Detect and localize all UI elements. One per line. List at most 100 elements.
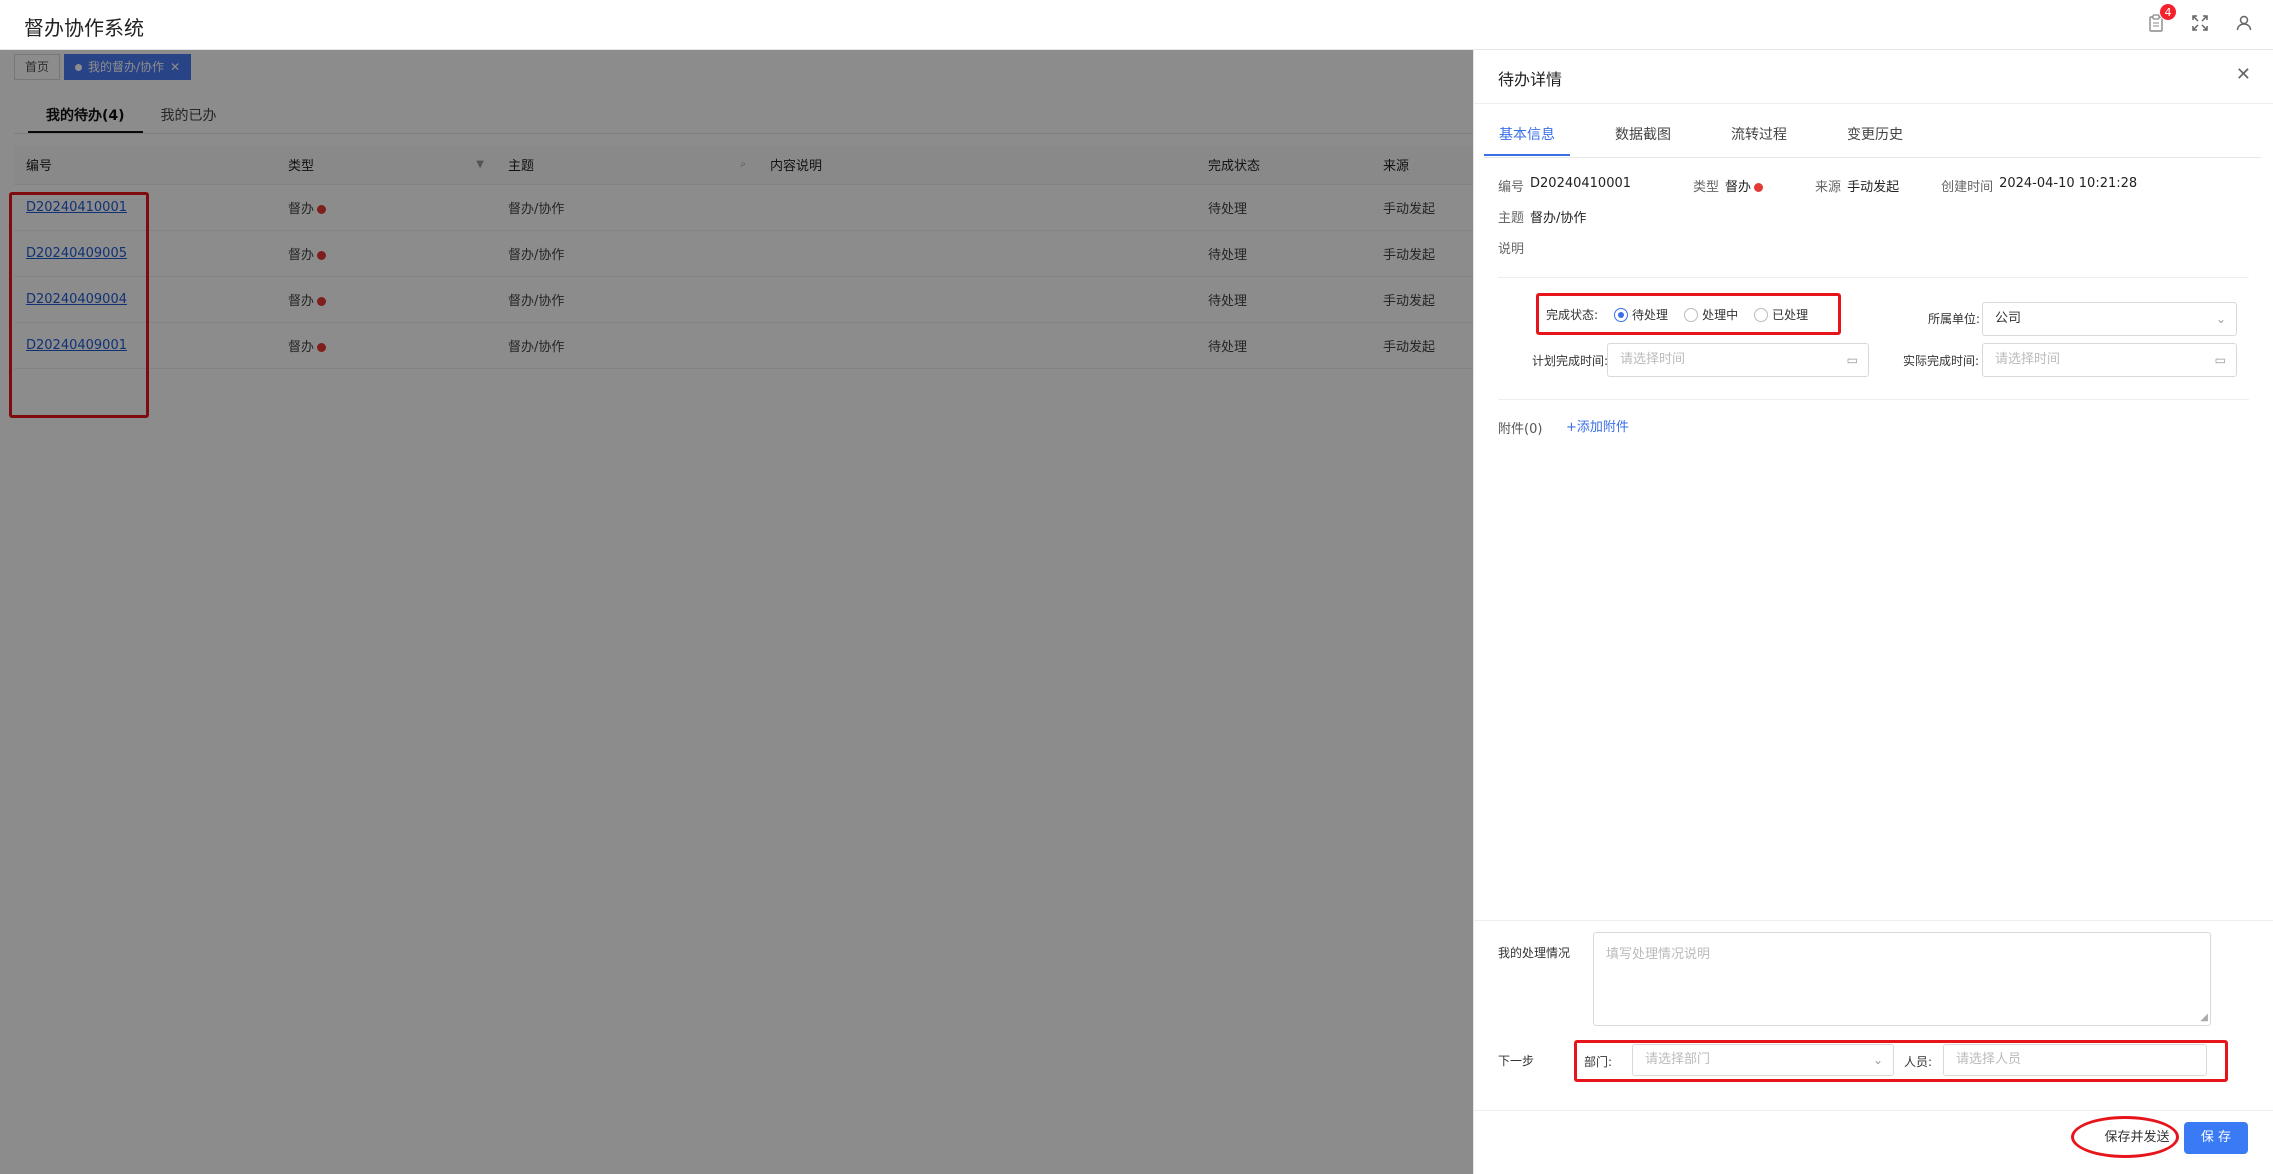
top-icons: 4	[2145, 3, 2255, 34]
resize-handle-icon[interactable]: ◢	[2200, 1012, 2208, 1023]
divider	[1498, 277, 2249, 278]
status-dot-icon	[1754, 183, 1764, 192]
id-value: D20240410001	[1530, 176, 1632, 191]
created-label: 创建时间	[1941, 180, 1994, 195]
subject-cell: 督办/协作	[496, 276, 758, 323]
calendar-icon: ▭	[2214, 353, 2226, 367]
column-header-desc: 内容说明	[758, 146, 1196, 185]
subject-cell: 督办/协作	[496, 184, 758, 231]
source-cell: 手动发起	[1371, 276, 1473, 323]
desc-cell	[758, 230, 1196, 277]
status-cell: 待处理	[1196, 276, 1371, 323]
table-row[interactable]: D20240409005 督办 督办/协作 待处理 手动发起	[14, 230, 1473, 277]
table-row[interactable]: D20240409001 督办 督办/协作 待处理 手动发起	[14, 322, 1473, 369]
subject-cell: 督办/协作	[496, 230, 758, 277]
column-header-label: 主题	[508, 159, 535, 175]
handling-label: 我的处理情况	[1498, 946, 1571, 960]
divider	[1474, 920, 2273, 921]
user-icon[interactable]	[2233, 12, 2255, 34]
drawer-tabs: 基本信息 数据截图 流转过程 变更历史	[1484, 120, 1948, 156]
tags-bar: 首页 我的督办/协作 ✕	[14, 54, 192, 80]
placeholder-text: 请选择时间	[1995, 352, 2061, 367]
handling-textarea[interactable]: 填写处理情况说明 ◢	[1593, 932, 2211, 1026]
drawer-title: 待办详情	[1498, 70, 1563, 89]
close-icon[interactable]: ✕	[170, 55, 180, 79]
tab-change-history[interactable]: 变更历史	[1832, 120, 1918, 156]
plan-time-label: 计划完成时间:	[1531, 354, 1608, 368]
info-row-subject: 主题 督办/协作	[1498, 207, 1586, 226]
tab-basic-info[interactable]: 基本信息	[1484, 120, 1570, 156]
tab-my-todo[interactable]: 我的待办(4)	[28, 104, 143, 134]
person-input[interactable]: 请选择人员	[1943, 1044, 2207, 1076]
filter-icon[interactable]: ▼	[476, 159, 484, 170]
table-row[interactable]: D20240409004 督办 督办/协作 待处理 手动发起	[14, 276, 1473, 323]
dept-select[interactable]: 请选择部门 ⌄	[1632, 1044, 1894, 1076]
notification-badge: 4	[2159, 3, 2177, 21]
status-cell: 待处理	[1196, 184, 1371, 231]
fullscreen-icon[interactable]	[2189, 12, 2211, 34]
placeholder-text: 请选择人员	[1956, 1052, 2022, 1067]
source-value: 手动发起	[1847, 180, 1900, 195]
active-dot-icon	[75, 63, 83, 71]
divider	[14, 133, 1473, 134]
column-header-subject: 主题 ⌕	[496, 146, 758, 185]
divider	[1484, 157, 2261, 158]
source-cell: 手动发起	[1371, 230, 1473, 277]
desc-cell	[758, 184, 1196, 231]
created-value: 2024-04-10 10:21:28	[1999, 176, 2138, 191]
type-text: 督办	[288, 293, 315, 309]
detail-drawer: 待办详情 ✕ 基本信息 数据截图 流转过程 变更历史 编号 D202404100…	[1473, 50, 2273, 1174]
type-value: 督办	[1725, 176, 1764, 195]
info-row-meta: 编号 D20240410001 类型 督办 来源 手动发起 创建时间 2024-…	[1498, 176, 2137, 195]
unit-label: 所属单位:	[1927, 312, 1980, 326]
tab-data-screenshot[interactable]: 数据截图	[1600, 120, 1686, 156]
save-button[interactable]: 保 存	[2184, 1122, 2248, 1154]
table-header: 编号 类型 ▼ 主题 ⌕ 内容说明 完成状态 来源	[14, 146, 1473, 185]
source-cell: 手动发起	[1371, 322, 1473, 369]
column-header-status: 完成状态	[1196, 146, 1371, 185]
tab-my-done[interactable]: 我的已办	[143, 104, 235, 134]
status-dot-icon	[317, 296, 327, 306]
divider	[1498, 399, 2249, 400]
clipboard-icon[interactable]: 4	[2145, 3, 2177, 34]
column-header-source: 来源	[1371, 146, 1473, 185]
desc-cell	[758, 322, 1196, 369]
todo-table: 编号 类型 ▼ 主题 ⌕ 内容说明 完成状态 来源 D20240410001 督办 …	[14, 146, 1473, 369]
calendar-icon: ▭	[1846, 353, 1858, 367]
tab-flow-process[interactable]: 流转过程	[1716, 120, 1802, 156]
tag-label: 首页	[25, 60, 50, 74]
close-icon[interactable]: ✕	[2236, 64, 2251, 85]
tag-my-supervision[interactable]: 我的督办/协作 ✕	[64, 54, 192, 80]
next-step-label: 下一步	[1498, 1054, 1535, 1068]
actual-time-label: 实际完成时间:	[1902, 354, 1979, 368]
desc-cell	[758, 276, 1196, 323]
plan-time-picker[interactable]: 请选择时间 ▭	[1607, 343, 1869, 377]
actual-time-picker[interactable]: 请选择时间 ▭	[1982, 343, 2237, 377]
source-cell: 手动发起	[1371, 184, 1473, 231]
main-area: 首页 我的督办/协作 ✕ 我的待办(4) 我的已办 编号 类型 ▼ 主题 ⌕ 内容说…	[0, 50, 1473, 1174]
subject-value: 督办/协作	[1530, 211, 1587, 226]
info-row-desc: 说明	[1498, 238, 1524, 257]
placeholder-text: 请选择部门	[1645, 1052, 1711, 1067]
status-cell: 待处理	[1196, 230, 1371, 277]
placeholder-text: 请选择时间	[1620, 352, 1686, 367]
top-bar: 督办协作系统 4	[0, 0, 2273, 50]
type-text: 督办	[288, 201, 315, 217]
divider	[1474, 103, 2273, 104]
unit-value: 公司	[1995, 311, 2022, 326]
column-header-label: 类型	[288, 159, 315, 175]
unit-select[interactable]: 公司 ⌄	[1982, 302, 2237, 336]
type-text: 督办	[288, 247, 315, 263]
save-send-highlight	[2071, 1116, 2179, 1158]
status-dot-icon	[317, 204, 327, 214]
table-row[interactable]: D20240410001 督办 督办/协作 待处理 手动发起	[14, 184, 1473, 231]
tag-home[interactable]: 首页	[14, 54, 61, 80]
app-title: 督办协作系统	[24, 16, 144, 40]
type-label: 类型	[1693, 180, 1720, 195]
add-attachment-button[interactable]: +添加附件	[1566, 416, 1629, 435]
subject-cell: 督办/协作	[496, 322, 758, 369]
search-icon[interactable]: ⌕	[740, 159, 746, 170]
attachment-label: 附件(0)	[1498, 422, 1543, 437]
status-cell: 待处理	[1196, 322, 1371, 369]
chevron-down-icon: ⌄	[2215, 312, 2226, 326]
